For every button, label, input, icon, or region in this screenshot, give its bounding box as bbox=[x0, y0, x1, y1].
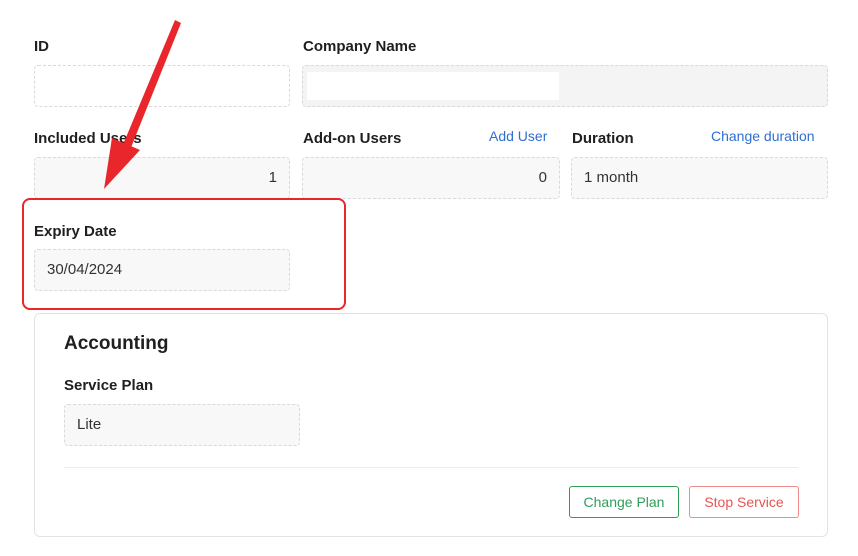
addon-users-field[interactable]: 0 bbox=[302, 157, 560, 199]
company-name-field[interactable] bbox=[302, 65, 828, 107]
add-user-link[interactable]: Add User bbox=[489, 128, 547, 144]
change-plan-button[interactable]: Change Plan bbox=[569, 486, 679, 518]
stop-service-button[interactable]: Stop Service bbox=[689, 486, 799, 518]
company-name-input-inner bbox=[307, 72, 559, 100]
included-users-field[interactable]: 1 bbox=[34, 157, 290, 199]
service-plan-field[interactable]: Lite bbox=[64, 404, 300, 446]
included-users-label: Included Users bbox=[34, 130, 142, 147]
service-plan-label: Service Plan bbox=[64, 377, 154, 394]
expiry-date-highlight-box bbox=[22, 198, 346, 310]
accounting-card: Accounting Service Plan Lite Change Plan… bbox=[34, 313, 828, 537]
accounting-title: Accounting bbox=[64, 333, 169, 354]
change-duration-link[interactable]: Change duration bbox=[711, 128, 815, 144]
card-divider bbox=[64, 467, 798, 468]
addon-users-label: Add-on Users bbox=[303, 130, 402, 147]
duration-label: Duration bbox=[572, 130, 634, 147]
company-name-label: Company Name bbox=[303, 38, 417, 55]
id-label: ID bbox=[34, 38, 49, 55]
subscription-page: ID Company Name Included Users 1 Add-on … bbox=[0, 0, 858, 556]
duration-field[interactable]: 1 month bbox=[571, 157, 828, 199]
id-field[interactable] bbox=[34, 65, 290, 107]
